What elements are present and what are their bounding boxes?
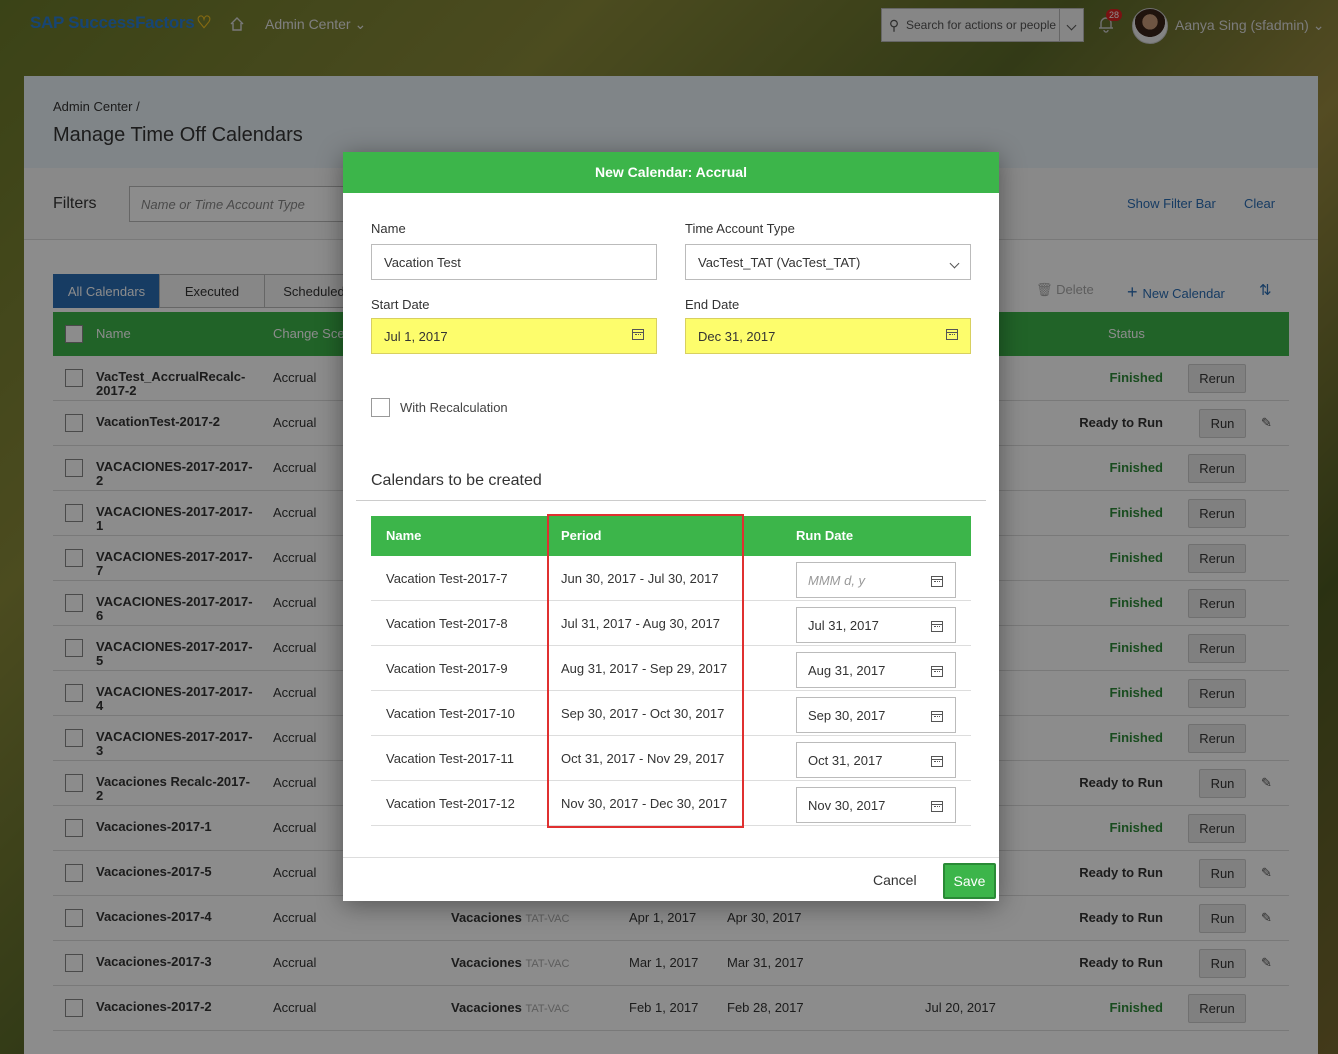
cancel-button[interactable]: Cancel (873, 872, 917, 888)
table-row: Vacation Test-2017-8 Jul 31, 2017 - Aug 3… (371, 601, 971, 646)
section-divider (356, 500, 986, 501)
with-recalculation-checkbox[interactable] (371, 398, 390, 417)
table-row: Vacation Test-2017-10 Sep 30, 2017 - Oct … (371, 691, 971, 736)
end-date-label: End Date (685, 297, 740, 312)
column-header-period: Period (561, 528, 602, 543)
run-date-value: Aug 31, 2017 (808, 662, 886, 678)
run-date-input[interactable]: Nov 30, 2017 (796, 787, 956, 823)
calendar-icon[interactable] (931, 800, 943, 815)
run-date-value: Sep 30, 2017 (808, 707, 886, 723)
dialog-footer: Cancel Save (343, 857, 999, 901)
run-date-input[interactable]: MMM d, y (796, 562, 956, 598)
calendar-name: Vacation Test-2017-9 (386, 661, 508, 676)
calendar-period: Sep 30, 2017 - Oct 30, 2017 (561, 706, 725, 721)
start-date-label: Start Date (371, 297, 430, 312)
time-account-type-select[interactable]: VacTest_TAT (VacTest_TAT) (685, 244, 971, 280)
start-date-input[interactable]: Jul 1, 2017 (371, 318, 657, 354)
calendar-name: Vacation Test-2017-12 (386, 796, 515, 811)
column-header-name: Name (386, 528, 422, 543)
calendars-table-header: Name Period Run Date (371, 516, 971, 556)
calendar-icon[interactable] (931, 710, 943, 725)
calendar-period: Oct 31, 2017 - Nov 29, 2017 (561, 751, 725, 766)
table-row: Vacation Test-2017-7 Jun 30, 2017 - Jul 3… (371, 556, 971, 601)
name-label: Name (371, 221, 406, 236)
calendar-name: Vacation Test-2017-7 (386, 571, 508, 586)
table-row: Vacation Test-2017-12 Nov 30, 2017 - Dec … (371, 781, 971, 826)
run-date-value: Oct 31, 2017 (808, 752, 883, 768)
calendar-icon[interactable] (931, 755, 943, 770)
table-row: Vacation Test-2017-9 Aug 31, 2017 - Sep 2… (371, 646, 971, 691)
dialog-title: New Calendar: Accrual (343, 152, 999, 193)
calendar-icon[interactable] (931, 575, 943, 590)
run-date-input[interactable]: Sep 30, 2017 (796, 697, 956, 733)
run-date-value: Nov 30, 2017 (808, 797, 886, 813)
name-input[interactable]: Vacation Test (371, 244, 657, 280)
run-date-input[interactable]: Jul 31, 2017 (796, 607, 956, 643)
calendar-name: Vacation Test-2017-11 (386, 751, 514, 766)
calendar-icon[interactable] (931, 620, 943, 635)
calendar-name: Vacation Test-2017-8 (386, 616, 508, 631)
calendar-icon[interactable] (946, 329, 958, 343)
calendar-icon[interactable] (632, 329, 644, 343)
run-date-input[interactable]: Oct 31, 2017 (796, 742, 956, 778)
run-date-input[interactable]: Aug 31, 2017 (796, 652, 956, 688)
calendar-period: Jul 31, 2017 - Aug 30, 2017 (561, 616, 721, 631)
run-date-value: MMM d, y (808, 572, 866, 588)
calendar-icon[interactable] (931, 665, 943, 680)
run-date-value: Jul 31, 2017 (808, 617, 879, 633)
with-recalculation-label: With Recalculation (400, 400, 508, 415)
column-header-run-date: Run Date (796, 528, 854, 543)
section-title: Calendars to be created (371, 472, 542, 489)
table-row: Vacation Test-2017-11 Oct 31, 2017 - Nov … (371, 736, 971, 781)
calendar-name: Vacation Test-2017-10 (386, 706, 515, 721)
calendar-period: Jun 30, 2017 - Jul 30, 2017 (561, 571, 719, 586)
end-date-input[interactable]: Dec 31, 2017 (685, 318, 971, 354)
calendar-period: Nov 30, 2017 - Dec 30, 2017 (561, 796, 728, 811)
time-account-type-label: Time Account Type (685, 221, 795, 236)
new-calendar-dialog: New Calendar: Accrual Name Vacation Test… (343, 152, 999, 901)
chevron-down-icon (949, 256, 960, 270)
calendar-period: Aug 31, 2017 - Sep 29, 2017 (561, 661, 728, 676)
save-button[interactable]: Save (943, 863, 996, 899)
